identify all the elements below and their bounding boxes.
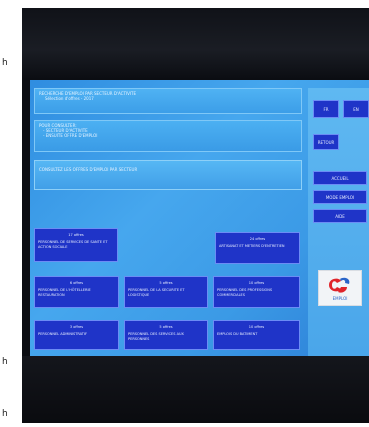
prompt-text: CONSULTEZ LES OFFRES D'EMPLOI PAR SECTEU…: [39, 167, 138, 172]
header-subtitle: Sélection d'offres - 2017: [45, 96, 94, 101]
tile-count: 6 offres: [69, 281, 84, 285]
aide-button[interactable]: AIDE: [313, 209, 367, 223]
logo-mark-icon: [329, 277, 350, 293]
device-bottom-bezel: [22, 356, 369, 423]
sector-tile-sante[interactable]: 17 offres PERSONNEL DE SERVICES DE SANTE…: [34, 228, 118, 262]
tile-count: 3 offres: [69, 325, 84, 329]
tile-count: 10 offres: [248, 281, 265, 285]
mode-emploi-button[interactable]: MODE EMPLOI: [313, 190, 367, 204]
tile-label: PERSONNEL DES SERVICES AUX PERSONNES: [128, 332, 184, 341]
sector-tile-services-personnes[interactable]: 5 offres PERSONNEL DES SERVICES AUX PERS…: [124, 320, 208, 350]
tile-count: 10 offres: [248, 325, 265, 329]
sector-tile-artisanat[interactable]: 24 offres ARTISANAT ET METIERS D'ENTRETI…: [215, 232, 300, 264]
tile-count: 17 offres: [68, 233, 84, 237]
tile-count: 5 offres: [159, 281, 173, 285]
retour-button[interactable]: RETOUR: [313, 134, 339, 150]
tile-count: 5 offres: [159, 325, 173, 329]
sector-tile-batiment[interactable]: 10 offres EMPLOIS DU BATIMENT: [213, 320, 300, 350]
device-top-bezel: [22, 8, 369, 78]
tile-label: PERSONNEL DE SERVICES DE SANTE ET ACTION…: [38, 240, 108, 249]
accueil-button[interactable]: ACCUEIL: [313, 171, 367, 185]
header-banner: RECHERCHE D'EMPLOI PAR SECTEUR D'ACTIVIT…: [34, 88, 302, 114]
kiosk-screen: RECHERCHE D'EMPLOI PAR SECTEUR D'ACTIVIT…: [30, 80, 369, 356]
tile-count: 24 offres: [249, 237, 266, 241]
sector-tile-securite[interactable]: 5 offres PERSONNEL DE LA SECURITE ET LOG…: [124, 276, 208, 308]
tile-label: ARTISANAT ET METIERS D'ENTRETIEN: [219, 244, 285, 248]
sector-tile-administratif[interactable]: 3 offres PERSONNEL ADMINISTRATIF: [34, 320, 119, 350]
logo-text: EMPLOI: [332, 296, 348, 301]
tile-label: PERSONNEL DE L'HÔTELLERIE RESTAURATION: [38, 288, 91, 297]
organization-logo: EMPLOI: [318, 270, 362, 306]
language-button-en[interactable]: EN: [343, 100, 369, 118]
sector-tile-hotellerie[interactable]: 6 offres PERSONNEL DE L'HÔTELLERIE RESTA…: [34, 276, 119, 308]
side-label-1: h: [2, 58, 8, 68]
side-label-2: h: [2, 357, 8, 367]
instructions-line-3: - ENSUITE OFFRE D'EMPLOI: [43, 133, 98, 138]
tile-label: PERSONNEL DE LA SECURITE ET LOGISTIQUE: [128, 288, 185, 297]
kiosk-device: RECHERCHE D'EMPLOI PAR SECTEUR D'ACTIVIT…: [22, 8, 369, 423]
side-label-3: h: [2, 409, 8, 419]
language-button-fr[interactable]: FR: [313, 100, 339, 118]
sector-tile-commerciales[interactable]: 10 offres PERSONNEL DES PROFESSIONS COMM…: [213, 276, 300, 308]
tile-label: PERSONNEL DES PROFESSIONS COMMERCIALES: [217, 288, 273, 297]
prompt-banner: CONSULTEZ LES OFFRES D'EMPLOI PAR SECTEU…: [34, 160, 302, 190]
instructions-banner: POUR CONSULTER: - SECTEUR D'ACTIVITE - E…: [34, 120, 302, 152]
tile-label: EMPLOIS DU BATIMENT: [217, 332, 258, 336]
tile-label: PERSONNEL ADMINISTRATIF: [38, 332, 87, 336]
